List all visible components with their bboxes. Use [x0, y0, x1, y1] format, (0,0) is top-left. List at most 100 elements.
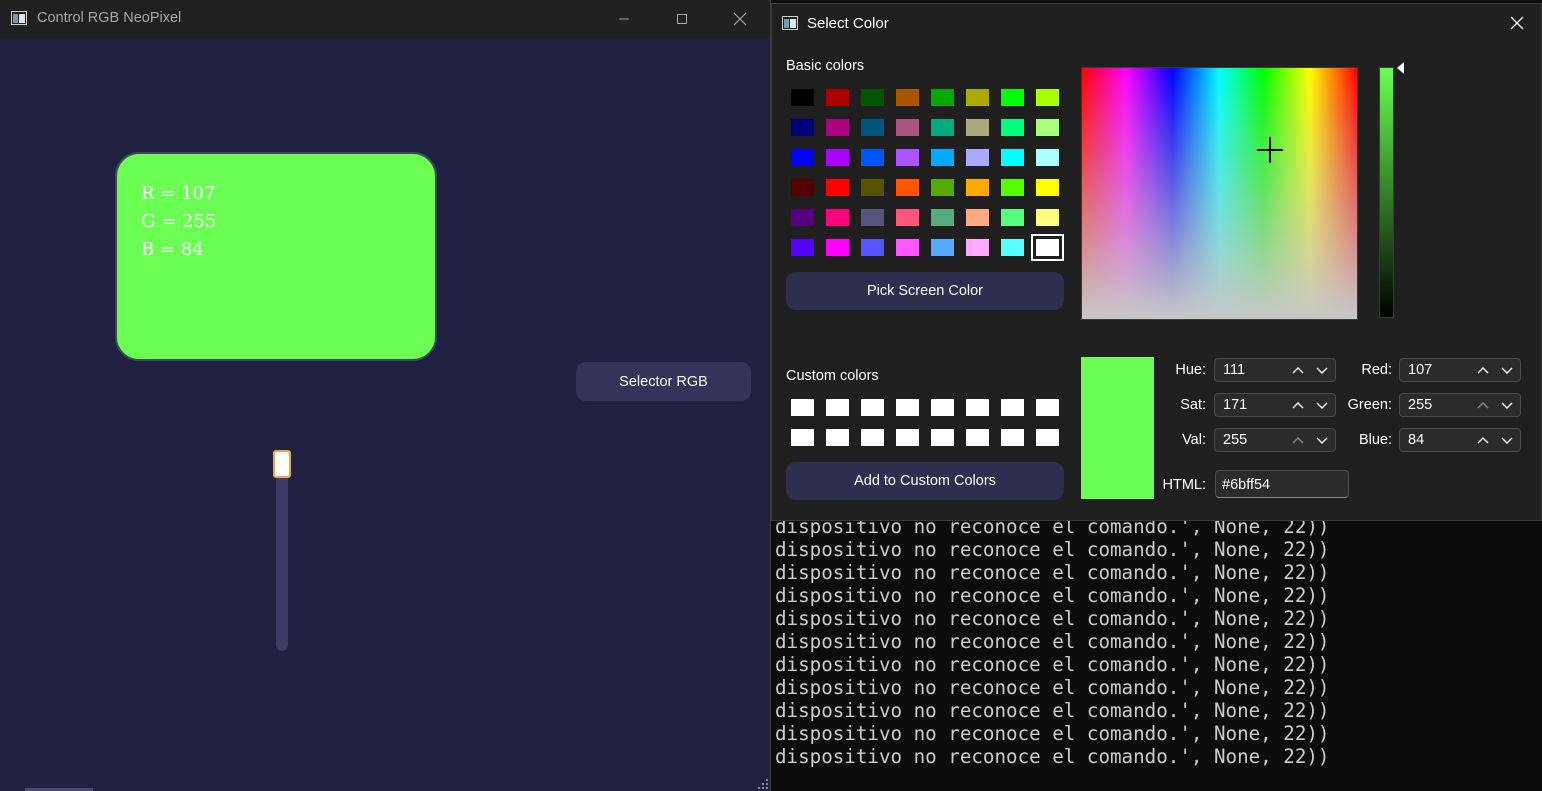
custom-color-swatch[interactable] [791, 429, 814, 446]
custom-color-swatch[interactable] [1036, 399, 1059, 416]
green-spinbox[interactable]: 255 [1399, 393, 1521, 417]
basic-color-swatch[interactable] [966, 179, 989, 196]
basic-color-swatch[interactable] [966, 209, 989, 226]
basic-color-swatch[interactable] [1036, 149, 1059, 166]
chevron-up-icon[interactable] [1476, 364, 1490, 376]
minimize-button[interactable] [595, 0, 653, 38]
basic-color-swatch[interactable] [1001, 179, 1024, 196]
custom-color-swatch[interactable] [1001, 429, 1024, 446]
custom-color-swatch[interactable] [826, 399, 849, 416]
chevron-up-icon[interactable] [1476, 434, 1490, 446]
hue-saturation-spectrum[interactable] [1081, 67, 1358, 320]
basic-color-swatch[interactable] [791, 89, 814, 106]
basic-color-swatch[interactable] [861, 149, 884, 166]
pick-screen-color-button[interactable]: Pick Screen Color [786, 272, 1064, 310]
select-color-dialog: Select Color Basic colors Pick Screen Co… [771, 3, 1542, 521]
custom-color-swatch[interactable] [1036, 429, 1059, 446]
basic-color-swatch[interactable] [791, 149, 814, 166]
basic-color-swatch[interactable] [896, 119, 919, 136]
basic-color-swatch[interactable] [1001, 209, 1024, 226]
basic-color-swatch[interactable] [826, 89, 849, 106]
html-hex-input[interactable]: #6bff54 [1215, 470, 1349, 498]
basic-color-swatch[interactable] [1001, 149, 1024, 166]
basic-color-swatch[interactable] [861, 179, 884, 196]
brightness-slider-handle[interactable] [273, 450, 291, 478]
custom-color-swatch[interactable] [826, 429, 849, 446]
basic-color-swatch[interactable] [966, 119, 989, 136]
basic-color-swatch[interactable] [1036, 179, 1059, 196]
chevron-up-icon[interactable] [1291, 364, 1305, 376]
basic-color-swatch[interactable] [896, 239, 919, 256]
basic-color-swatch[interactable] [861, 119, 884, 136]
basic-color-swatch[interactable] [1001, 89, 1024, 106]
sat-value: 171 [1223, 397, 1248, 413]
basic-color-swatch[interactable] [826, 119, 849, 136]
custom-color-swatch[interactable] [896, 399, 919, 416]
chevron-down-icon[interactable] [1315, 399, 1329, 411]
custom-color-swatch[interactable] [896, 429, 919, 446]
basic-color-swatch[interactable] [826, 209, 849, 226]
main-titlebar[interactable]: Control RGB NeoPixel [0, 0, 770, 38]
basic-color-swatch[interactable] [931, 209, 954, 226]
sat-spinbox[interactable]: 171 [1214, 393, 1336, 417]
basic-color-swatch[interactable] [896, 209, 919, 226]
brightness-slider-track[interactable] [276, 455, 288, 651]
basic-color-swatch[interactable] [1036, 119, 1059, 136]
resize-grip-icon[interactable] [758, 779, 768, 789]
value-slider[interactable] [1379, 67, 1394, 318]
basic-color-swatch[interactable] [1001, 119, 1024, 136]
dialog-close-button[interactable] [1497, 5, 1537, 41]
basic-color-swatch[interactable] [931, 179, 954, 196]
basic-color-swatch[interactable] [791, 119, 814, 136]
val-spinbox[interactable]: 255 [1214, 428, 1336, 452]
basic-color-swatch[interactable] [1036, 89, 1059, 106]
add-custom-colors-button[interactable]: Add to Custom Colors [786, 462, 1064, 500]
basic-color-swatch[interactable] [791, 179, 814, 196]
chevron-up-icon[interactable] [1291, 399, 1305, 411]
basic-color-swatch[interactable] [1036, 209, 1059, 226]
chevron-down-icon[interactable] [1500, 434, 1514, 446]
chevron-down-icon[interactable] [1500, 364, 1514, 376]
custom-color-swatch[interactable] [931, 399, 954, 416]
chevron-up-icon[interactable] [1476, 399, 1490, 411]
basic-color-swatch[interactable] [931, 149, 954, 166]
hue-spinbox[interactable]: 111 [1214, 358, 1336, 382]
basic-color-swatch[interactable] [861, 89, 884, 106]
basic-color-swatch[interactable] [861, 239, 884, 256]
basic-color-swatch[interactable] [896, 149, 919, 166]
basic-color-swatch[interactable] [791, 239, 814, 256]
basic-color-swatch[interactable] [861, 209, 884, 226]
value-slider-arrow-icon[interactable] [1397, 62, 1405, 74]
basic-color-swatch[interactable] [791, 209, 814, 226]
red-spinbox[interactable]: 107 [1399, 358, 1521, 382]
chevron-up-icon[interactable] [1291, 434, 1305, 446]
chevron-down-icon[interactable] [1315, 434, 1329, 446]
basic-color-swatch[interactable] [896, 179, 919, 196]
custom-color-swatch[interactable] [966, 399, 989, 416]
basic-color-swatch[interactable] [826, 239, 849, 256]
blue-spinbox[interactable]: 84 [1399, 428, 1521, 452]
basic-color-swatch[interactable] [931, 89, 954, 106]
custom-color-swatch[interactable] [966, 429, 989, 446]
chevron-down-icon[interactable] [1315, 364, 1329, 376]
basic-color-swatch[interactable] [966, 89, 989, 106]
basic-color-swatch[interactable] [966, 239, 989, 256]
basic-color-swatch[interactable] [1031, 234, 1064, 261]
custom-color-swatch[interactable] [1001, 399, 1024, 416]
dialog-titlebar[interactable]: Select Color [772, 4, 1541, 41]
selector-rgb-button[interactable]: Selector RGB [576, 362, 751, 401]
basic-color-swatch[interactable] [896, 89, 919, 106]
custom-color-swatch[interactable] [861, 399, 884, 416]
basic-color-swatch[interactable] [826, 179, 849, 196]
basic-color-swatch[interactable] [931, 239, 954, 256]
chevron-down-icon[interactable] [1500, 399, 1514, 411]
basic-color-swatch[interactable] [826, 149, 849, 166]
custom-color-swatch[interactable] [931, 429, 954, 446]
custom-color-swatch[interactable] [791, 399, 814, 416]
basic-color-swatch[interactable] [1001, 239, 1024, 256]
close-button[interactable] [711, 0, 769, 38]
custom-color-swatch[interactable] [861, 429, 884, 446]
basic-color-swatch[interactable] [931, 119, 954, 136]
basic-color-swatch[interactable] [966, 149, 989, 166]
maximize-button[interactable] [653, 0, 711, 38]
